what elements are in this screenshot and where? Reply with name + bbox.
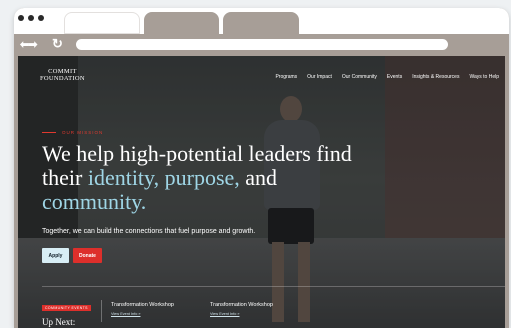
nav-item-events[interactable]: Events [387,74,402,80]
nav-item-insights-resources[interactable]: Insights & Resources [412,74,459,80]
back-arrow-icon[interactable]: ⬅ [20,39,29,51]
window-controls [18,15,44,21]
site-logo[interactable]: COMMIT FOUNDATION [40,68,85,83]
close-window-dot[interactable] [18,15,24,21]
browser-tab-3[interactable] [223,12,299,34]
browser-toolbar: ⬅➡ ↻ [14,34,509,56]
nav-item-ways-to-help[interactable]: Ways to Help [469,74,499,80]
minimize-window-dot[interactable] [28,15,34,21]
tab-bar [14,8,509,34]
up-next: COMMUNITY EVENTS Up Next: [42,296,91,327]
community-events-badge: COMMUNITY EVENTS [42,305,91,311]
donate-button[interactable]: Donate [73,248,102,263]
hero-headline: We help high-potential leaders find thei… [42,142,362,214]
reload-icon[interactable]: ↻ [52,36,63,52]
event-name: Transformation Workshop [111,302,174,308]
logo-line-2: FOUNDATION [40,74,85,82]
hero-eyebrow: OUR MISSION [42,130,103,135]
event-name: Transformation Workshop [210,302,273,308]
apply-button[interactable]: Apply [42,248,69,263]
event-card: Transformation Workshop View Event Info … [111,302,174,316]
nav-item-our-community[interactable]: Our Community [342,74,377,80]
hero-subtext: Together, we can build the connections t… [42,228,256,235]
view-event-info-link[interactable]: View Event Info » [210,312,273,316]
headline-accent-identity: identity, [87,165,160,190]
forward-arrow-icon[interactable]: ➡ [28,39,37,51]
browser-window: ⬅➡ ↻ COMMIT FOUNDATION Programs Our Impa… [14,8,509,328]
eyebrow-text: OUR MISSION [62,130,104,135]
eyebrow-rule [42,132,56,133]
event-card: Transformation Workshop View Event Info … [210,302,273,316]
nav-item-our-impact[interactable]: Our Impact [307,74,332,80]
browser-tab-2[interactable] [144,12,219,34]
nav-item-programs[interactable]: Programs [275,74,297,80]
headline-accent-community: community. [42,189,147,214]
up-next-title: Up Next: [42,317,76,327]
up-next-separator [101,300,102,322]
website-viewport: COMMIT FOUNDATION Programs Our Impact Ou… [18,56,505,328]
headline-text-2: and [239,165,278,190]
main-nav: Programs Our Impact Our Community Events… [275,74,499,80]
address-bar[interactable] [76,39,448,50]
section-divider [42,286,505,287]
view-event-info-link[interactable]: View Event Info » [111,312,174,316]
nav-arrows: ⬅➡ [20,38,37,51]
maximize-window-dot[interactable] [38,15,44,21]
headline-accent-purpose: purpose, [164,165,240,190]
browser-tab-active[interactable] [64,12,140,34]
